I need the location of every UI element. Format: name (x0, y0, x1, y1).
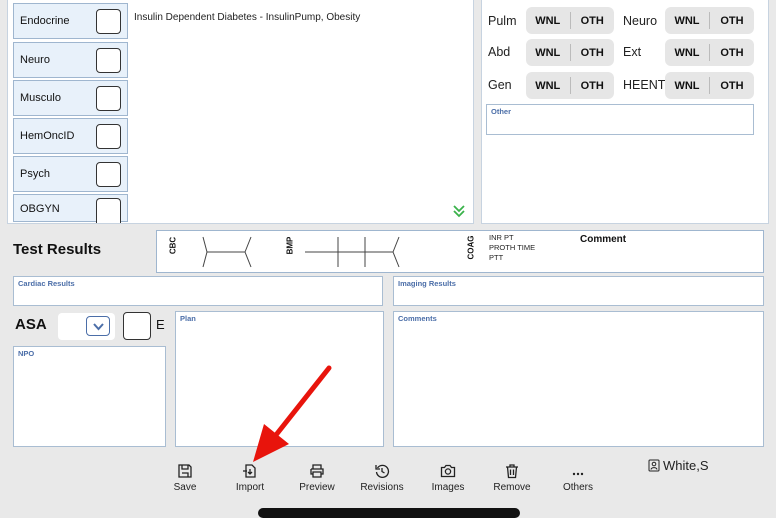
pulm-oth-option[interactable]: OTH (571, 7, 615, 34)
coag-proth-time-label: PROTH TIME (489, 243, 536, 252)
exam-neuro-label: Neuro (623, 14, 658, 28)
others-button[interactable]: Others (556, 463, 600, 493)
system-musculo-checkbox[interactable] (96, 86, 121, 111)
system-obgyn-checkbox[interactable] (96, 198, 121, 223)
test-results-panel: CBC BMP COAG INR PT PROTH TIME PTT Comme… (156, 230, 764, 273)
system-neuro-button[interactable]: Neuro (13, 42, 128, 78)
system-hemoncid-button[interactable]: HemOncID (13, 118, 128, 154)
system-psych-label: Psych (20, 168, 50, 180)
asa-label: ASA (15, 316, 47, 333)
cbc-label: CBC (168, 236, 178, 255)
pulm-wnl-oth-toggle[interactable]: WNL OTH (526, 7, 614, 34)
exam-gen-label: Gen (488, 78, 512, 92)
imaging-results-field[interactable]: Imaging Results (393, 276, 764, 306)
history-icon (375, 464, 390, 478)
current-user[interactable]: White,S (648, 458, 709, 473)
gen-wnl-option[interactable]: WNL (526, 72, 570, 99)
preview-button[interactable]: Preview (292, 463, 342, 493)
import-label: Import (235, 482, 265, 493)
others-label: Others (562, 482, 593, 493)
test-comment-label: Comment (580, 234, 627, 245)
exam-abd-label: Abd (488, 45, 511, 59)
system-musculo-button[interactable]: Musculo (13, 80, 128, 116)
coag-label: COAG (466, 235, 476, 260)
abd-oth-option[interactable]: OTH (571, 39, 615, 66)
exam-ext-label: Ext (623, 45, 642, 59)
annotation-arrow-icon (253, 365, 332, 462)
system-hemoncid-checkbox[interactable] (96, 124, 121, 149)
import-button[interactable]: Import (230, 463, 270, 493)
coag-ptt-label: PTT (489, 253, 504, 262)
save-button[interactable]: Save (165, 463, 205, 493)
preview-label: Preview (299, 482, 335, 493)
images-button[interactable]: Images (426, 463, 470, 493)
pulm-wnl-option[interactable]: WNL (526, 7, 570, 34)
bmp-fishbone[interactable] (303, 235, 409, 269)
system-neuro-checkbox[interactable] (96, 48, 121, 73)
user-badge-icon (648, 459, 660, 472)
remove-button[interactable]: Remove (489, 463, 535, 493)
ellipsis-icon (572, 472, 584, 476)
cardiac-results-field[interactable]: Cardiac Results (13, 276, 383, 306)
heent-wnl-oth-toggle[interactable]: WNL OTH (665, 72, 754, 99)
neuro-wnl-oth-toggle[interactable]: WNL OTH (665, 7, 754, 34)
test-results-title: Test Results (13, 241, 102, 258)
ext-wnl-oth-toggle[interactable]: WNL OTH (665, 39, 754, 66)
system-obgyn-button[interactable]: OBGYN (13, 194, 128, 223)
plan-label: Plan (180, 314, 196, 323)
npo-label: NPO (18, 349, 35, 358)
gen-oth-option[interactable]: OTH (571, 72, 615, 99)
chevron-down-icon (93, 323, 104, 331)
abd-wnl-oth-toggle[interactable]: WNL OTH (526, 39, 614, 66)
trash-icon (506, 464, 518, 479)
exam-other-label: Other (491, 107, 512, 116)
npo-field[interactable]: NPO (13, 346, 166, 447)
asa-emergency-label: E (156, 317, 165, 332)
comments-label: Comments (398, 314, 437, 323)
system-psych-button[interactable]: Psych (13, 156, 128, 192)
system-psych-checkbox[interactable] (96, 162, 121, 187)
save-label: Save (173, 482, 197, 493)
system-endocrine-checkbox[interactable] (96, 9, 121, 34)
exam-heent-label: HEENT (623, 78, 666, 92)
neuro-wnl-option[interactable]: WNL (665, 7, 709, 34)
gen-wnl-oth-toggle[interactable]: WNL OTH (526, 72, 614, 99)
system-neuro-label: Neuro (20, 54, 50, 66)
bmp-label: BMP (285, 236, 295, 255)
system-musculo-label: Musculo (20, 92, 61, 104)
images-label: Images (431, 482, 465, 493)
ext-oth-option[interactable]: OTH (710, 39, 754, 66)
cbc-fishbone[interactable] (199, 235, 257, 269)
expand-chevron-icon[interactable] (451, 203, 467, 219)
current-user-name: White,S (663, 458, 709, 473)
history-text: Insulin Dependent Diabetes - InsulinPump… (134, 12, 361, 23)
revisions-button[interactable]: Revisions (354, 463, 410, 493)
ext-wnl-option[interactable]: WNL (665, 39, 709, 66)
camera-icon (440, 464, 456, 478)
system-endocrine-button[interactable]: Endocrine (13, 3, 128, 39)
asa-dropdown-button[interactable] (86, 316, 110, 336)
revisions-label: Revisions (360, 482, 404, 493)
neuro-oth-option[interactable]: OTH (710, 7, 754, 34)
comments-field[interactable]: Comments (393, 311, 764, 447)
asa-emergency-checkbox[interactable] (123, 312, 151, 340)
coag-values[interactable]: INR PT PROTH TIME PTT (489, 233, 535, 263)
coag-inr-pt-label: INR PT (489, 233, 514, 242)
remove-label: Remove (493, 482, 531, 493)
system-obgyn-label: OBGYN (20, 203, 60, 215)
abd-wnl-option[interactable]: WNL (526, 39, 570, 66)
system-endocrine-label: Endocrine (20, 15, 70, 27)
exam-pulm-label: Pulm (488, 14, 517, 28)
heent-wnl-option[interactable]: WNL (665, 72, 709, 99)
imaging-results-label: Imaging Results (398, 279, 456, 288)
save-icon (178, 464, 192, 478)
home-indicator (258, 508, 520, 518)
heent-oth-option[interactable]: OTH (710, 72, 754, 99)
system-hemoncid-label: HemOncID (20, 130, 75, 142)
exam-other-field[interactable]: Other (486, 104, 754, 135)
asa-select[interactable] (58, 313, 115, 340)
cardiac-results-label: Cardiac Results (18, 279, 75, 288)
